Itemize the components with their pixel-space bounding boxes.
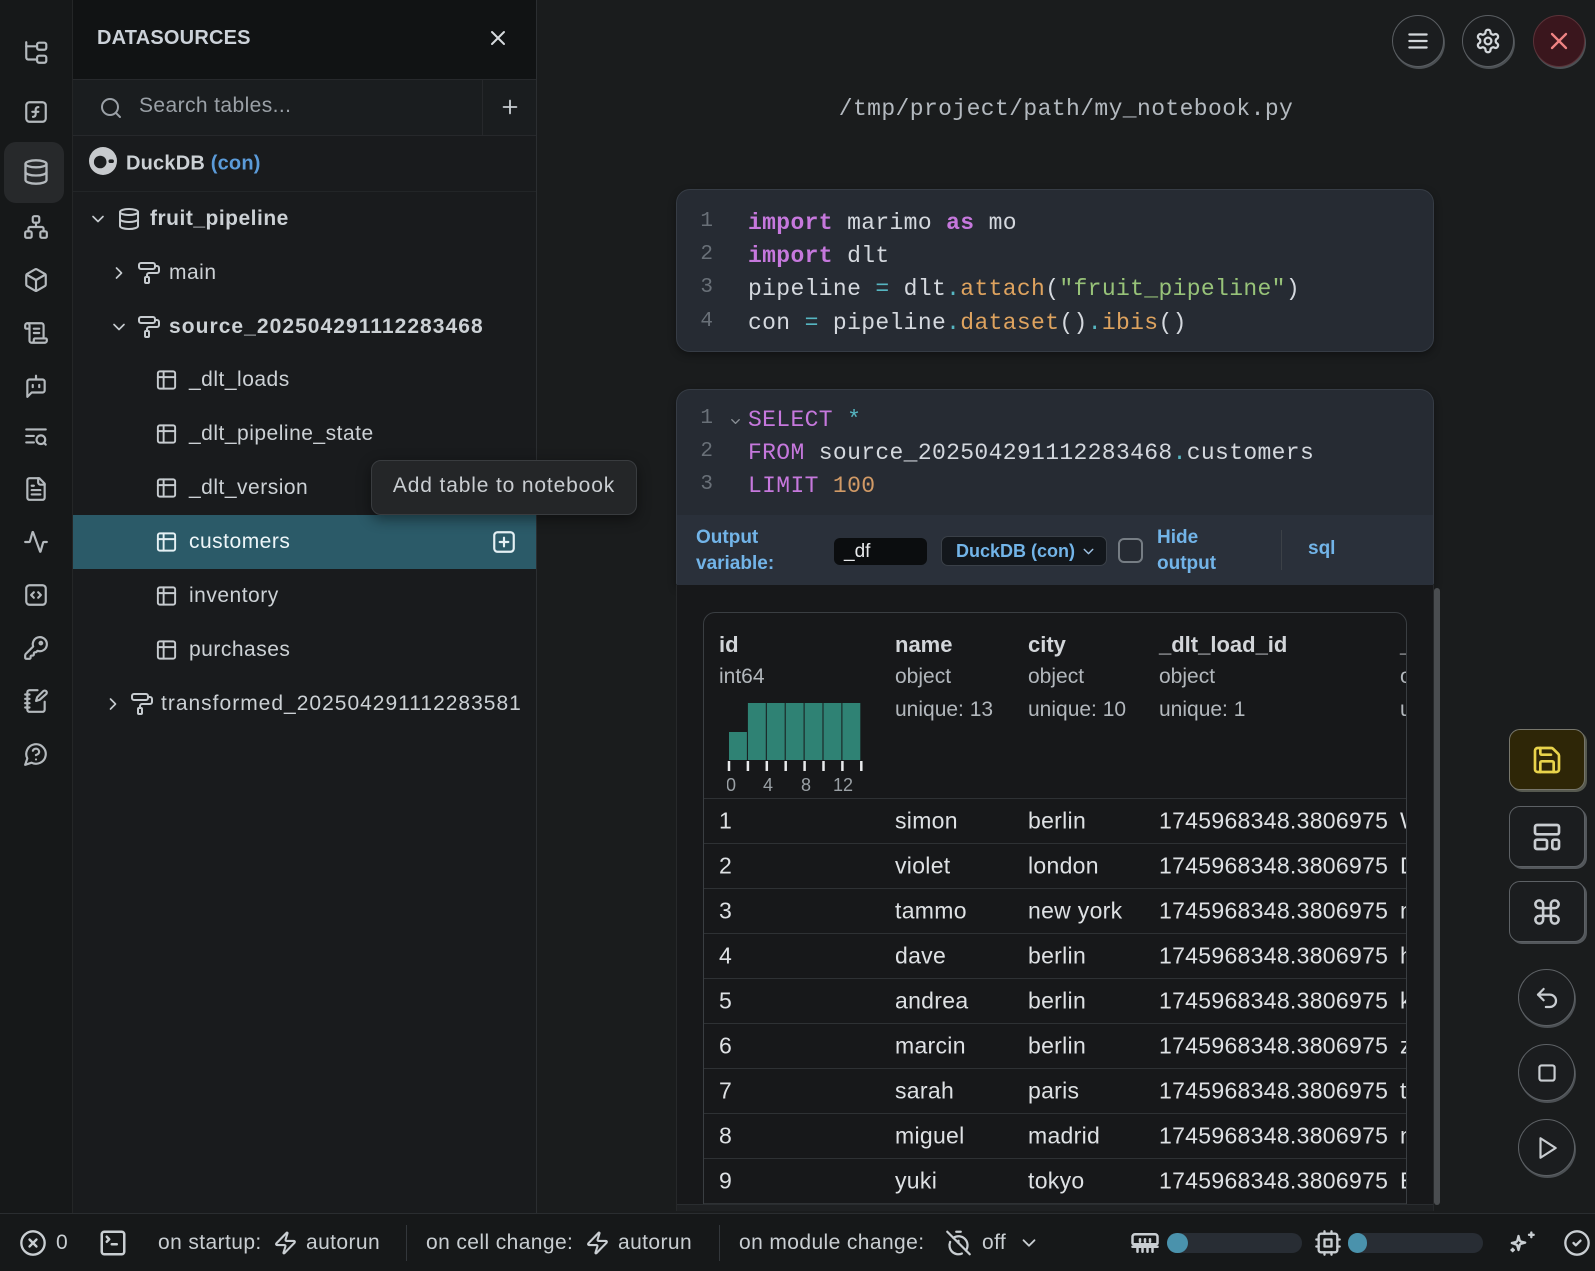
svg-text:0: 0 [727, 775, 736, 795]
svg-text:4: 4 [763, 775, 773, 795]
svg-text:8: 8 [801, 775, 811, 795]
svg-text:12: 12 [833, 775, 853, 795]
